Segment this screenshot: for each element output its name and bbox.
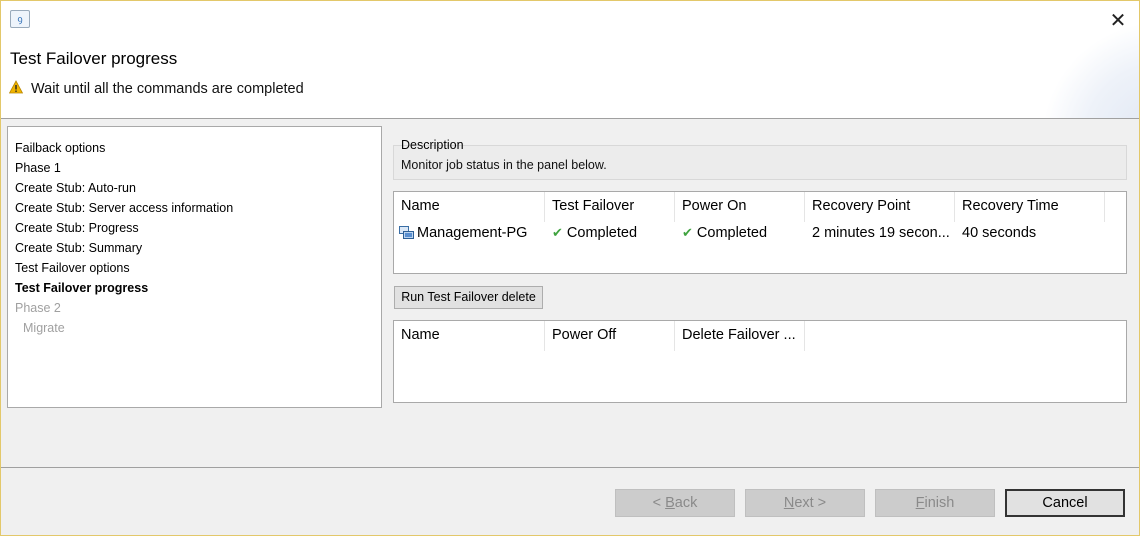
- back-button[interactable]: < Back: [615, 489, 735, 517]
- back-rest: ack: [674, 495, 698, 511]
- wizard-window: ꝯ ✕ Test Failover progress Wait until al…: [0, 0, 1140, 536]
- cell-recovery-point: 2 minutes 19 secon...: [812, 225, 950, 241]
- back-prefix: <: [652, 495, 666, 511]
- wizard-steps-panel: Failback options Phase 1 Create Stub: Au…: [7, 126, 382, 408]
- wizard-header: ꝯ ✕ Test Failover progress Wait until al…: [1, 1, 1139, 119]
- cell-name: Management-PG: [394, 222, 545, 244]
- column-header-test-failover[interactable]: Test Failover: [545, 192, 675, 222]
- step-test-failover-progress[interactable]: Test Failover progress: [8, 280, 381, 300]
- vm-group-icon: [399, 226, 414, 239]
- step-migrate: Migrate: [23, 321, 65, 335]
- cell-recovery-time: 40 seconds: [962, 225, 1037, 241]
- app-icon: ꝯ: [10, 10, 30, 28]
- finish-rest: inish: [924, 495, 955, 511]
- step-phase-1[interactable]: Phase 1: [8, 160, 381, 180]
- table-header: Name Test Failover Power On Recovery Poi…: [394, 192, 1126, 222]
- description-text: Monitor job status in the panel below.: [401, 158, 607, 172]
- column-header-recovery-point[interactable]: Recovery Point: [805, 192, 955, 222]
- next-mnemonic: N: [783, 495, 795, 511]
- next-button[interactable]: Next >: [745, 489, 865, 517]
- column-header-power-off[interactable]: Power Off: [545, 321, 675, 351]
- job-status-table: Name Test Failover Power On Recovery Poi…: [393, 191, 1127, 274]
- description-group: Description Monitor job status in the pa…: [393, 135, 1127, 180]
- column-header-recovery-time[interactable]: Recovery Time: [955, 192, 1105, 222]
- cell-test-failover: ✔ Completed: [545, 222, 675, 244]
- finish-mnemonic: F: [915, 495, 925, 511]
- column-header-power-on[interactable]: Power On: [675, 192, 805, 222]
- table-row[interactable]: Management-PG ✔ Completed ✔ Completed 2 mi…: [394, 222, 1126, 244]
- step-create-stub-summary[interactable]: Create Stub: Summary: [8, 240, 381, 260]
- header-decoration: [1041, 21, 1139, 118]
- checkmark-icon: ✔: [682, 226, 693, 241]
- test-failover-status: Completed: [566, 225, 638, 241]
- column-header-name[interactable]: Name: [394, 321, 545, 351]
- close-button[interactable]: ✕: [1105, 7, 1131, 33]
- cancel-button[interactable]: Cancel: [1005, 489, 1125, 517]
- column-header-name[interactable]: Name: [394, 192, 545, 222]
- step-phase-2: Phase 2: [15, 301, 61, 315]
- delete-status-table: Name Power Off Delete Failover ...: [393, 320, 1127, 403]
- back-mnemonic: B: [665, 495, 675, 511]
- warning-text: Wait until all the commands are complete…: [31, 81, 304, 97]
- step-create-stub-progress[interactable]: Create Stub: Progress: [8, 220, 381, 240]
- column-header-delete-failover[interactable]: Delete Failover ...: [675, 321, 805, 351]
- footer-separator: [1, 467, 1139, 468]
- step-create-stub-server-access[interactable]: Create Stub: Server access information: [8, 200, 381, 220]
- checkmark-icon: ✔: [552, 226, 563, 241]
- description-legend: Description: [401, 138, 464, 152]
- next-rest: ext >: [794, 495, 827, 511]
- page-title: Test Failover progress: [10, 49, 178, 68]
- row-name-text: Management-PG: [417, 225, 528, 241]
- table-header: Name Power Off Delete Failover ...: [394, 321, 1126, 351]
- cell-power-on: ✔ Completed: [675, 222, 805, 244]
- power-on-status: Completed: [696, 225, 768, 241]
- step-failback-options[interactable]: Failback options: [8, 140, 381, 160]
- run-test-failover-delete-button[interactable]: Run Test Failover delete: [394, 286, 543, 309]
- finish-button[interactable]: Finish: [875, 489, 995, 517]
- step-test-failover-options[interactable]: Test Failover options: [8, 260, 381, 280]
- warning-icon: [9, 80, 23, 94]
- step-create-stub-auto-run[interactable]: Create Stub: Auto-run: [8, 180, 381, 200]
